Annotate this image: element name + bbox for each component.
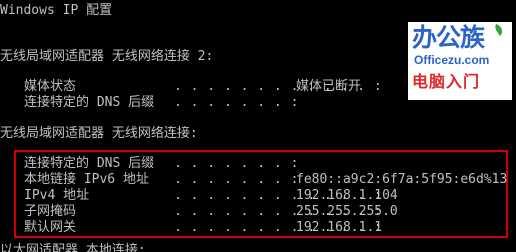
dns-suffix-label: 连接特定的 DNS 后缀	[24, 95, 155, 110]
ethernet-adapter-header-partial: 以太网适配器 本地连接:	[0, 243, 146, 252]
dns-suffix-label: 连接特定的 DNS 后缀	[24, 156, 155, 171]
officezu-logo: 办公族 Officezu.com 电脑入门	[408, 22, 512, 100]
leader-dots: . . . . . . . :	[174, 95, 299, 110]
media-state-value: 媒体已断开	[296, 79, 362, 94]
command-prompt-output: Windows IP 配置 无线局域网适配器 无线网络连接 2: 媒体状态 . …	[0, 0, 516, 252]
adapter1-ipv6-row: 本地链接 IPv6 地址 . . . . . . . : fe80::a9c2:…	[24, 173, 507, 187]
adapter2-media-state-row: 媒体状态 . . . . . . . . . . . . : 媒体已断开	[24, 80, 382, 94]
default-gateway-label: 默认网关	[24, 220, 77, 235]
subnet-mask-value: 255.255.255.0	[296, 204, 398, 219]
adapter2-header: 无线局域网适配器 无线网络连接 2:	[0, 49, 214, 64]
ipv6-label: 本地链接 IPv6 地址	[24, 172, 149, 187]
subnet-mask-label: 子网掩码	[24, 204, 77, 219]
leader-dots: . . . . . . . :	[174, 172, 299, 187]
adapter1-ipv4-row: IPv4 地址 . . . . . . . . . . . . : 192.16…	[24, 189, 398, 203]
leaf-icon	[495, 24, 503, 36]
default-gateway-value: 192.168.1.1	[296, 220, 383, 235]
logo-domain-text: Officezu.com	[414, 53, 490, 67]
media-state-label: 媒体状态	[24, 79, 77, 94]
adapter1-header: 无线局域网适配器 无线网络连接:	[0, 126, 198, 141]
adapter1-dns-suffix-row: 连接特定的 DNS 后缀 . . . . . . . :	[24, 157, 298, 171]
ipv4-value: 192.168.1.104	[296, 188, 398, 203]
adapter1-subnet-row: 子网掩码 . . . . . . . . . . . . : 255.255.2…	[24, 205, 398, 219]
adapter2-dns-suffix-row: 连接特定的 DNS 后缀 . . . . . . . :	[24, 96, 298, 110]
ipv4-label: IPv4 地址	[24, 188, 90, 203]
leader-dots: . . . . . . . :	[174, 156, 299, 171]
logo-tagline: 电脑入门	[412, 72, 481, 91]
ipv6-value: fe80::a9c2:6f7a:5f95:e6d%13	[296, 172, 508, 187]
ip-config-title: Windows IP 配置	[0, 3, 113, 18]
adapter1-gateway-row: 默认网关 . . . . . . . . . . . . : 192.168.1…	[24, 221, 382, 235]
